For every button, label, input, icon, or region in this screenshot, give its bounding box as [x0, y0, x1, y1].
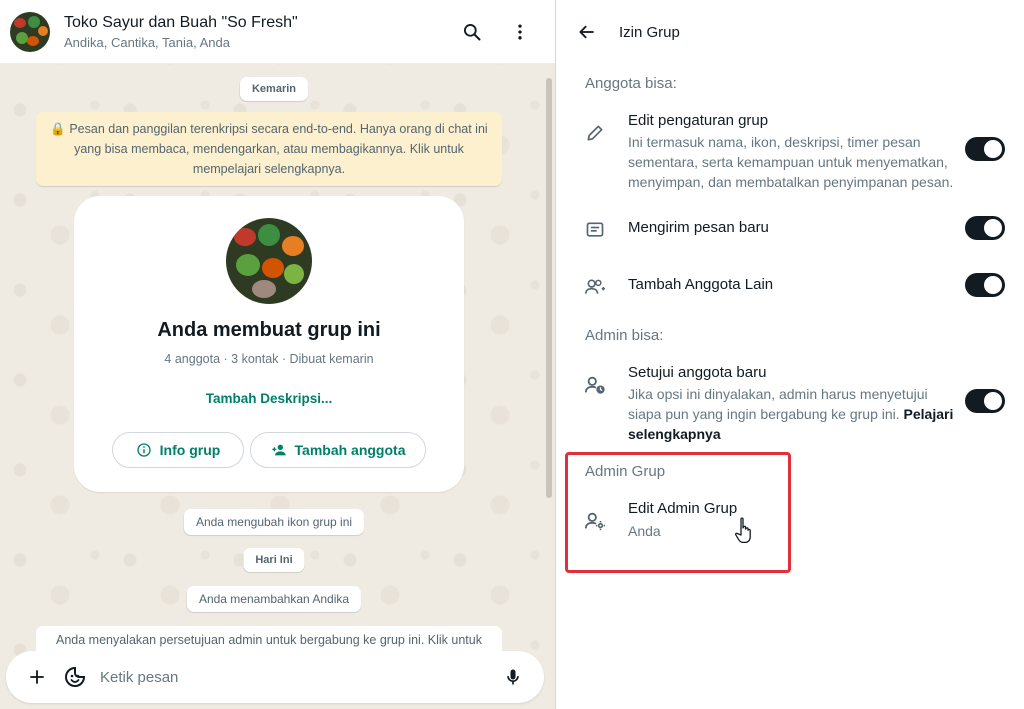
add-description-link[interactable]: Tambah Deskripsi... — [74, 391, 464, 406]
approve-members-desc-text: Jika opsi ini dinyalakan, admin harus me… — [628, 386, 928, 422]
chat-header[interactable]: Toko Sayur dan Buah "So Fresh" Andika, C… — [0, 0, 555, 64]
back-button[interactable] — [575, 20, 599, 44]
search-button[interactable] — [452, 12, 492, 52]
message-input[interactable] — [100, 668, 496, 686]
group-created-card: Anda membuat grup ini 4 anggota · 3 kont… — [74, 196, 464, 492]
chat-members: Andika, Cantika, Tania, Anda — [64, 34, 230, 50]
permission-edit-settings[interactable]: Edit pengaturan grup Ini termasuk nama, … — [557, 110, 1024, 194]
person-clock-icon — [583, 373, 607, 397]
pencil-icon — [583, 121, 607, 145]
group-info-label: Info grup — [159, 442, 221, 458]
approve-members-toggle[interactable] — [965, 389, 1005, 413]
group-info-button[interactable]: Info grup — [112, 432, 244, 468]
chat-scrollbar[interactable] — [546, 68, 552, 650]
send-messages-toggle[interactable] — [965, 216, 1005, 240]
edit-admins-subtitle: Anda — [628, 523, 661, 539]
voice-button[interactable] — [496, 660, 530, 694]
admin-group-heading: Admin Grup — [585, 463, 666, 480]
system-message-icon-changed: Anda mengubah ikon grup ini — [183, 509, 365, 535]
panel-title: Izin Grup — [619, 23, 680, 41]
add-people-icon — [583, 275, 607, 299]
add-member-label: Tambah anggota — [294, 442, 406, 458]
members-can-heading: Anggota bisa: — [585, 75, 677, 92]
admins-can-heading: Admin bisa: — [585, 327, 664, 344]
attach-button[interactable] — [20, 660, 54, 694]
add-members-toggle[interactable] — [965, 273, 1005, 297]
group-created-title: Anda membuat grup ini — [157, 319, 381, 341]
encryption-notice[interactable]: 🔒 Pesan dan panggilan terenkripsi secara… — [36, 112, 502, 186]
info-icon — [137, 443, 151, 457]
more-vertical-icon — [518, 24, 522, 39]
group-avatar[interactable] — [10, 11, 50, 52]
edit-group-admins-row[interactable]: Edit Admin Grup Anda — [557, 498, 1024, 548]
add-member-button[interactable]: Tambah anggota — [250, 432, 426, 468]
microphone-icon — [507, 669, 519, 685]
hand-cursor-icon — [735, 517, 751, 544]
permission-approve-members[interactable]: Setujui anggota baru Jika opsi ini dinya… — [557, 362, 1024, 446]
group-permissions-panel: Izin Grup Anggota bisa: Edit pengaturan … — [557, 0, 1024, 709]
arrow-left-icon — [579, 25, 594, 39]
sticker-emoji-icon — [65, 666, 86, 687]
scroll-thumb[interactable] — [546, 78, 552, 498]
permission-add-members[interactable]: Tambah Anggota Lain — [557, 271, 1024, 301]
message-icon — [583, 218, 607, 242]
person-gear-icon — [583, 509, 607, 533]
emoji-button[interactable] — [58, 660, 92, 694]
approve-members-desc: Jika opsi ini dinyalakan, admin harus me… — [628, 384, 954, 444]
approve-members-title: Setujui anggota baru — [628, 364, 767, 381]
date-divider-yesterday: Kemarin — [239, 77, 309, 101]
message-composer — [6, 651, 544, 703]
search-icon — [464, 23, 481, 40]
permission-send-messages[interactable]: Mengirim pesan baru — [557, 214, 1024, 244]
edit-admins-title: Edit Admin Grup — [628, 500, 738, 517]
group-meta: 4 anggota · 3 kontak · Dibuat kemarin — [164, 352, 374, 366]
date-divider-today: Hari Ini — [243, 548, 305, 572]
send-messages-title: Mengirim pesan baru — [628, 219, 769, 236]
edit-settings-desc: Ini termasuk nama, ikon, deskripsi, time… — [628, 134, 954, 190]
edit-settings-title: Edit pengaturan grup — [628, 112, 769, 129]
chat-pane: Toko Sayur dan Buah "So Fresh" Andika, C… — [0, 0, 556, 709]
panel-header: Izin Grup — [557, 0, 1024, 64]
menu-button[interactable] — [500, 12, 540, 52]
add-person-icon — [271, 444, 286, 456]
group-card-avatar[interactable] — [226, 218, 312, 304]
message-list[interactable]: Kemarin 🔒 Pesan dan panggilan terenkrips… — [0, 64, 548, 656]
chat-title[interactable]: Toko Sayur dan Buah "So Fresh" — [64, 14, 444, 32]
edit-settings-toggle[interactable] — [965, 137, 1005, 161]
system-message-added: Anda menambahkan Andika — [186, 586, 362, 612]
add-members-title: Tambah Anggota Lain — [628, 276, 774, 293]
plus-icon — [30, 670, 44, 684]
